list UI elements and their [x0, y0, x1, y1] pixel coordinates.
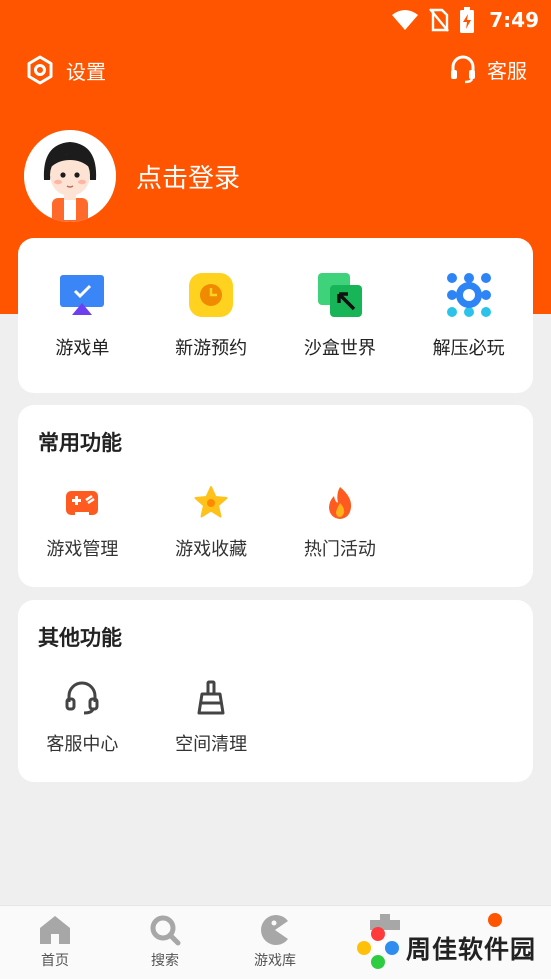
- game-list-icon: [60, 275, 105, 315]
- service-label: 客服: [487, 58, 527, 83]
- settings-label: 设置: [66, 59, 106, 84]
- battery-charging-icon: [460, 7, 475, 33]
- login-label: 点击登录: [136, 163, 241, 194]
- function-label: 游戏收藏: [175, 539, 248, 560]
- grid-item-relax-play[interactable]: 解压必玩: [404, 272, 533, 360]
- function-item-space-clean[interactable]: 空间清理: [147, 680, 276, 756]
- headset-icon: [451, 55, 475, 84]
- sandbox-icon: [317, 273, 362, 317]
- login-area[interactable]: 点击登录: [24, 130, 240, 222]
- status-bar: 7:49: [391, 6, 539, 34]
- function-item-game-favorite[interactable]: 游戏收藏: [147, 485, 276, 561]
- tab-home[interactable]: 首页: [20, 914, 90, 970]
- pacman-icon: [261, 915, 288, 945]
- other-functions-card: 其他功能 客服中心 空间清理: [18, 600, 533, 782]
- grid-item-label: 游戏单: [55, 338, 110, 359]
- broom-icon: [197, 680, 225, 715]
- function-item-hot-activity[interactable]: 热门活动: [276, 485, 405, 561]
- function-label: 空间清理: [175, 734, 248, 755]
- watermark-text: 周佳软件园: [406, 935, 537, 964]
- home-icon: [40, 916, 70, 944]
- settings-icon: [27, 55, 53, 85]
- grid-item-label: 解压必玩: [432, 338, 505, 359]
- tab-label: 搜索: [151, 953, 179, 969]
- no-sim-icon: [429, 8, 450, 32]
- fire-icon: [328, 487, 351, 519]
- star-icon: [194, 486, 228, 518]
- gamepad-icon: [66, 491, 99, 517]
- section-title: 其他功能: [38, 626, 122, 650]
- function-item-game-manage[interactable]: 游戏管理: [18, 485, 147, 561]
- tab-game-library[interactable]: 游戏库: [240, 914, 310, 970]
- customer-service-button[interactable]: 客服: [449, 54, 527, 84]
- avatar[interactable]: [24, 130, 116, 222]
- function-label: 热门活动: [303, 539, 376, 560]
- tab-search[interactable]: 搜索: [130, 914, 200, 970]
- grid-item-game-list[interactable]: 游戏单: [18, 272, 147, 360]
- watermark-logo-icon: [357, 927, 399, 969]
- search-icon: [150, 915, 181, 946]
- status-time: 7:49: [489, 8, 539, 32]
- quick-grid-card: 游戏单 新游预约 沙盒世界 解压必玩: [18, 238, 533, 393]
- grid-item-sandbox-world[interactable]: 沙盒世界: [276, 272, 405, 360]
- wifi-icon: [392, 10, 419, 30]
- section-title: 常用功能: [38, 431, 122, 455]
- clock-icon: [189, 273, 234, 317]
- grid-item-label: 新游预约: [175, 338, 248, 359]
- watermark: 周佳软件园: [356, 926, 536, 970]
- function-label: 游戏管理: [46, 539, 119, 560]
- headset-icon: [65, 681, 99, 715]
- common-functions-card: 常用功能 游戏管理 游戏收藏 热门活动: [18, 405, 533, 587]
- tab-label: 首页: [41, 953, 69, 969]
- grid-item-new-game-reserve[interactable]: 新游预约: [147, 272, 276, 360]
- gear-dots-icon: [446, 273, 491, 317]
- function-label: 客服中心: [46, 734, 119, 755]
- grid-item-label: 沙盒世界: [303, 338, 376, 359]
- function-item-customer-center[interactable]: 客服中心: [18, 680, 147, 756]
- tab-label: 游戏库: [254, 953, 296, 969]
- notification-dot: [488, 913, 502, 927]
- settings-button[interactable]: 设置: [24, 54, 106, 86]
